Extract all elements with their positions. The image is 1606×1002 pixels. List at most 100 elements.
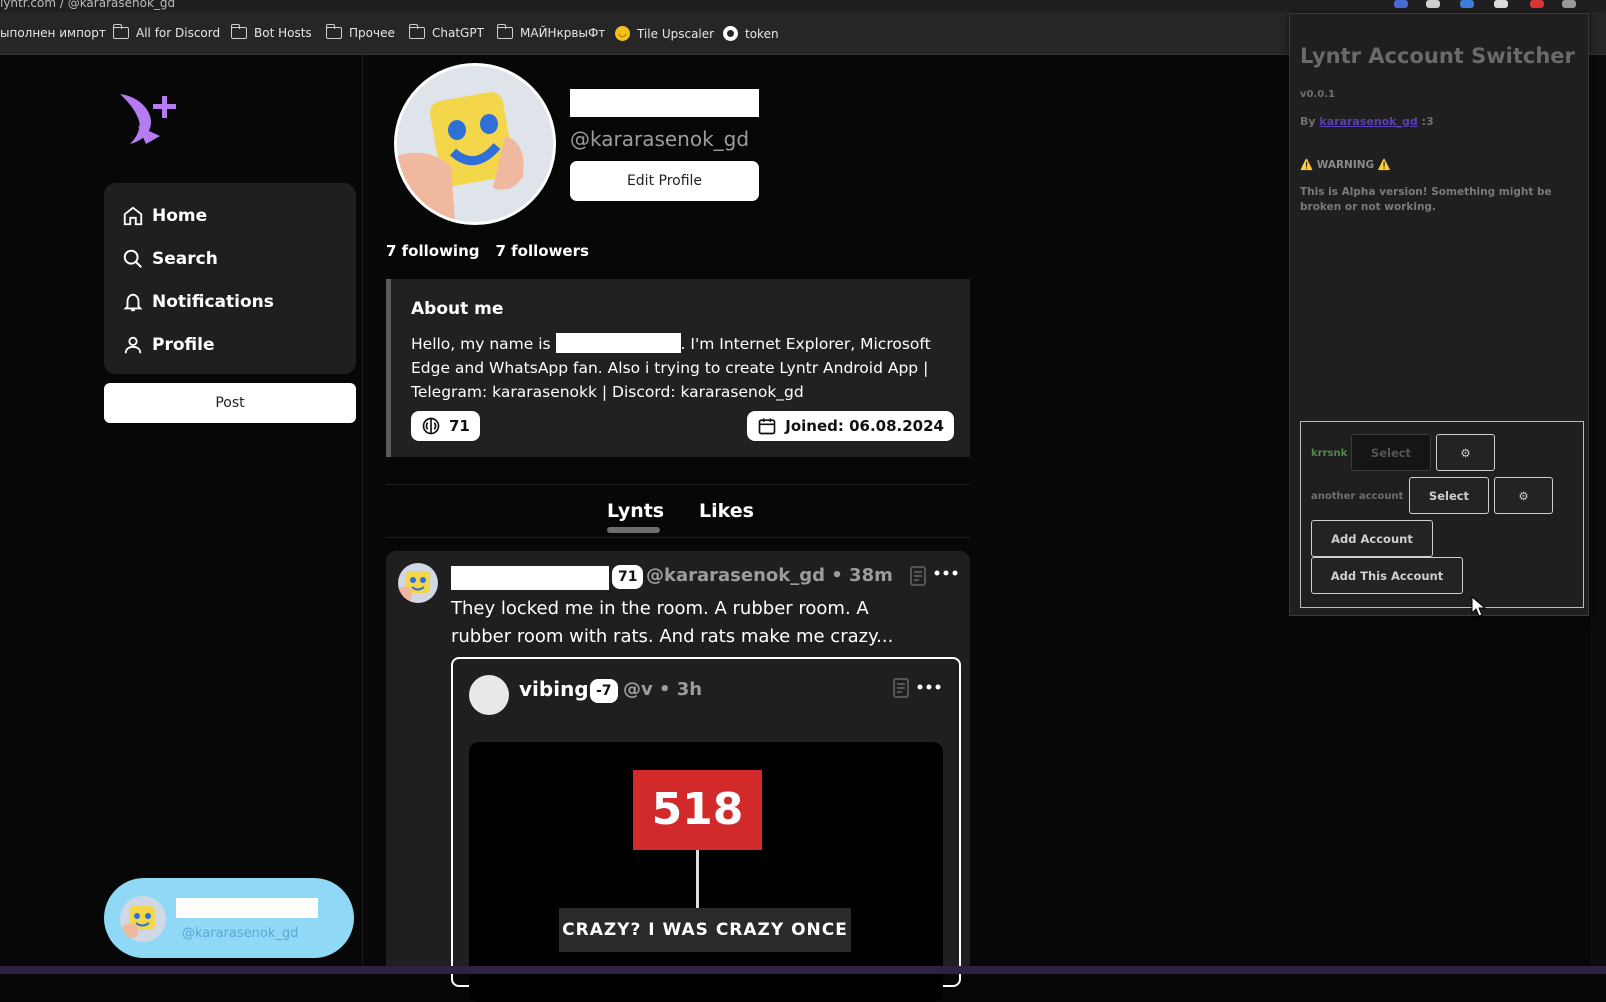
current-account-pill[interactable]: @kararasenok_gd [104, 878, 354, 958]
extension-icon[interactable] [1460, 0, 1474, 8]
post-meta: @kararasenok_gd • 38m [646, 565, 893, 586]
account-handle: @kararasenok_gd [182, 926, 299, 941]
add-this-account-button[interactable]: Add This Account [1311, 557, 1463, 594]
gear-icon: ⚙ [1460, 445, 1471, 460]
following-count[interactable]: 7 following [386, 242, 480, 260]
sidebar-item-search[interactable]: Search [122, 244, 218, 274]
aura-badge: 71 [411, 411, 480, 441]
post-card[interactable]: 71 @kararasenok_gd • 38m They locked me … [386, 551, 970, 1002]
more-icon[interactable] [934, 569, 958, 577]
select-account-button[interactable]: Select [1409, 477, 1489, 514]
search-icon [123, 249, 142, 268]
meme-image[interactable]: 518 CRAZY? I WAS CRAZY ONCE [469, 742, 943, 1002]
page-edge [1590, 55, 1606, 974]
about-text: Hello, my name is . I'm Internet Explore… [411, 332, 951, 404]
extension-version: v0.0.1 [1300, 89, 1335, 100]
joined-badge: Joined: 06.08.2024 [747, 411, 954, 441]
brain-icon [422, 417, 440, 435]
redacted-name [451, 566, 609, 590]
by-suffix: :3 [1421, 115, 1434, 128]
sidebar-item-label: Notifications [152, 292, 274, 312]
redacted-name [570, 89, 759, 117]
meme-line [696, 850, 699, 908]
folder-icon [408, 24, 425, 39]
post-text: They locked me in the room. A rubber roo… [451, 598, 894, 647]
avatar[interactable] [469, 675, 509, 715]
account-name: another account [1311, 491, 1404, 502]
bookmark-label: МАЙНкрвыФт [520, 26, 606, 40]
extension-icon[interactable] [1494, 0, 1508, 8]
tab-lynts[interactable]: Lynts [607, 500, 664, 522]
bookmark-misc[interactable]: Прочее [325, 24, 395, 40]
follow-stats: 7 following 7 followers [386, 242, 589, 260]
tab-likes[interactable]: Likes [699, 500, 754, 522]
followers-count[interactable]: 7 followers [496, 242, 589, 260]
bookmark-label: ыполнен импорт [0, 26, 106, 40]
extension-icon[interactable] [1530, 0, 1544, 8]
active-tab-indicator [607, 527, 660, 533]
quoted-post-meta: @v • 3h [623, 679, 703, 700]
post-button[interactable]: Post [104, 383, 356, 423]
gear-icon: ⚙ [1518, 488, 1529, 503]
folder-icon [230, 24, 247, 39]
add-account-button[interactable]: Add Account [1311, 520, 1433, 557]
browser-tab-strip: lyntr.com / @kararasenok_gd [0, 0, 1606, 12]
calendar-icon [758, 418, 776, 435]
sidebar-item-label: Search [152, 249, 218, 269]
tab-title[interactable]: lyntr.com / @kararasenok_gd [0, 0, 175, 10]
sidebar-item-label: Home [152, 206, 208, 226]
extension-icon[interactable] [1426, 0, 1440, 8]
warning-text: This is Alpha version! Something might b… [1300, 186, 1552, 213]
more-icon[interactable] [917, 683, 941, 691]
taskbar-edge [0, 966, 1606, 974]
bookmark-label: Bot Hosts [254, 26, 312, 40]
bookmark-tile-upscaler[interactable]: ◡ Tile Upscaler [615, 26, 714, 41]
extension-icon[interactable] [1562, 0, 1576, 8]
home-icon [123, 206, 143, 226]
joined-date: Joined: 06.08.2024 [785, 417, 944, 435]
aura-badge: 71 [612, 565, 644, 589]
bookmark-bot-hosts[interactable]: Bot Hosts [230, 24, 312, 40]
sidebar-nav: Home Search Notifications Profile [104, 183, 356, 374]
account-settings-button[interactable]: ⚙ [1494, 477, 1553, 514]
edit-profile-button[interactable]: Edit Profile [570, 161, 759, 201]
bookmark-chatgpt[interactable]: ChatGPT [408, 24, 484, 40]
mouse-cursor-icon [1471, 596, 1487, 617]
divider [386, 537, 970, 538]
select-account-button[interactable]: Select [1351, 434, 1431, 471]
about-title: About me [411, 299, 504, 319]
divider [386, 484, 970, 485]
bookmark-all-for-discord[interactable]: All for Discord [112, 24, 221, 40]
extension-author-line: By kararasenok_gd :3 [1300, 115, 1434, 128]
emoji-icon: ◡ [615, 26, 630, 41]
folder-icon [112, 24, 129, 39]
extension-title: Lyntr Account Switcher [1300, 44, 1575, 68]
bookmark-token[interactable]: token [723, 26, 779, 41]
sidebar-item-home[interactable]: Home [122, 201, 207, 231]
copy-icon[interactable] [891, 677, 911, 699]
accounts-list: krrsnk Select ⚙ another account Select ⚙… [1300, 421, 1584, 608]
column-divider [362, 55, 363, 974]
avatar[interactable] [398, 563, 438, 603]
extension-icon[interactable] [1394, 0, 1408, 8]
meme-number: 518 [633, 770, 762, 850]
bookmark-minecraft[interactable]: МАЙНкрвыФт [496, 24, 606, 40]
quoted-author-name[interactable]: vibing [519, 677, 589, 701]
account-settings-button[interactable]: ⚙ [1436, 434, 1495, 471]
bookmark-label: ChatGPT [432, 26, 484, 40]
bookmark-label: All for Discord [136, 26, 221, 40]
author-link[interactable]: kararasenok_gd [1319, 115, 1417, 128]
user-icon [124, 336, 142, 354]
profile-handle: @kararasenok_gd [570, 127, 750, 151]
sidebar-item-notifications[interactable]: Notifications [122, 287, 274, 317]
by-prefix: By [1300, 115, 1316, 128]
bookmark-import[interactable]: ыполнен импорт [0, 26, 106, 40]
copy-icon[interactable] [908, 565, 928, 587]
about-me-card: About me Hello, my name is . I'm Interne… [386, 279, 970, 457]
avatar [120, 896, 166, 942]
lyntr-logo[interactable] [116, 86, 186, 148]
folder-icon [325, 24, 342, 39]
quoted-post[interactable]: vibing -7 @v • 3h 518 CRAZY? I WAS CRAZY… [451, 657, 961, 1002]
about-prefix: Hello, my name is [411, 335, 551, 353]
sidebar-item-profile[interactable]: Profile [122, 330, 214, 360]
